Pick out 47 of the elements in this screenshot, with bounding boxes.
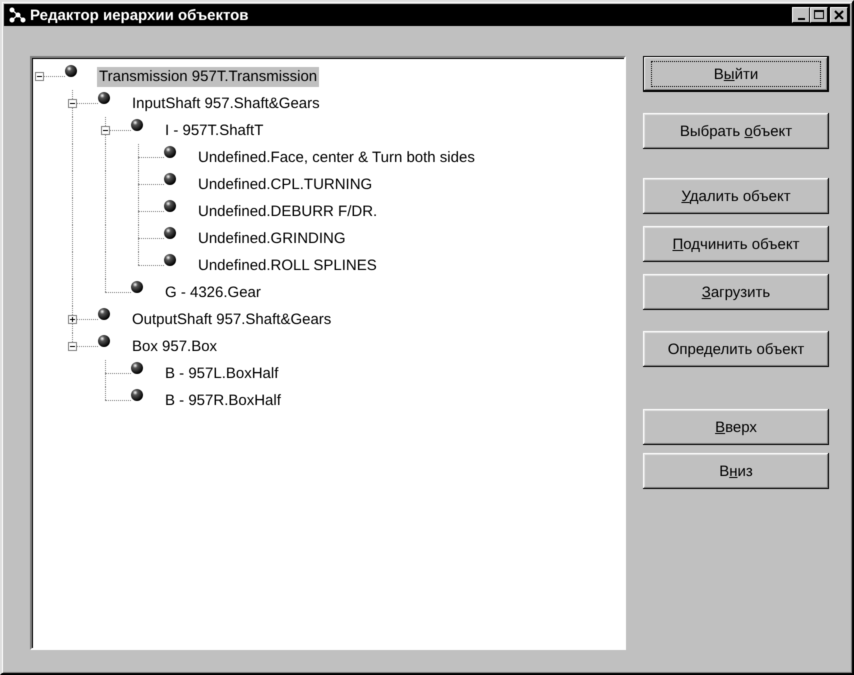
tree-item[interactable]: Undefined.ROLL SPLINES [196, 256, 379, 276]
ball-icon [98, 308, 110, 320]
minus-box-icon[interactable] [68, 99, 77, 108]
ball-icon [164, 146, 176, 158]
ball-icon [98, 92, 110, 104]
ball-icon [164, 227, 176, 239]
tree-item[interactable]: B - 957R.BoxHalf [163, 391, 283, 411]
minimize-icon [798, 18, 804, 20]
plus-box-icon[interactable] [68, 315, 77, 324]
ball-icon [131, 362, 143, 374]
tree-item[interactable]: I - 957T.ShaftT [163, 121, 266, 141]
dialog-button[interactable]: Определить объект [643, 331, 829, 367]
dialog-button[interactable]: Выбрать объект [643, 113, 829, 149]
dialog-button[interactable]: Вниз [643, 453, 829, 489]
minus-box-icon[interactable] [101, 126, 110, 135]
dialog-button[interactable]: Подчинить объект [643, 226, 829, 262]
ball-icon [164, 200, 176, 212]
close-icon [834, 10, 844, 20]
ball-icon [164, 254, 176, 266]
ball-icon [131, 389, 143, 401]
tree-item[interactable]: B - 957L.BoxHalf [163, 364, 280, 384]
minimize-button[interactable] [792, 7, 810, 23]
tree-item[interactable]: G - 4326.Gear [163, 283, 263, 303]
maximize-icon [814, 10, 824, 20]
dialog-button[interactable]: Выйти [643, 56, 829, 92]
ball-icon [98, 335, 110, 347]
ball-icon [131, 119, 143, 131]
tree-item[interactable]: Undefined.DEBURR F/DR. [196, 202, 380, 222]
tree-item[interactable]: Undefined.Face, center & Turn both sides [196, 148, 477, 168]
ball-icon [65, 65, 77, 77]
minus-box-icon[interactable] [35, 72, 44, 81]
minus-box-icon[interactable] [68, 342, 77, 351]
tree-item[interactable]: Undefined.GRINDING [196, 229, 348, 249]
tree-item[interactable]: InputShaft 957.Shaft&Gears [130, 94, 322, 114]
dialog-button[interactable]: Вверх [643, 409, 829, 445]
close-button[interactable] [830, 7, 848, 23]
ball-icon [131, 281, 143, 293]
tree-item[interactable]: Transmission 957T.Transmission [97, 67, 320, 87]
tree-item[interactable]: Box 957.Box [130, 337, 220, 357]
ball-icon [164, 173, 176, 185]
dialog-button[interactable]: Загрузить [643, 274, 829, 310]
dialog-button[interactable]: Удалить объект [643, 178, 829, 214]
app-icon [8, 7, 26, 23]
tree-item[interactable]: Undefined.CPL.TURNING [196, 175, 374, 195]
tree-item[interactable]: OutputShaft 957.Shaft&Gears [130, 310, 334, 330]
window-title: Редактор иерархии объектов [30, 6, 250, 24]
maximize-button[interactable] [810, 7, 828, 23]
